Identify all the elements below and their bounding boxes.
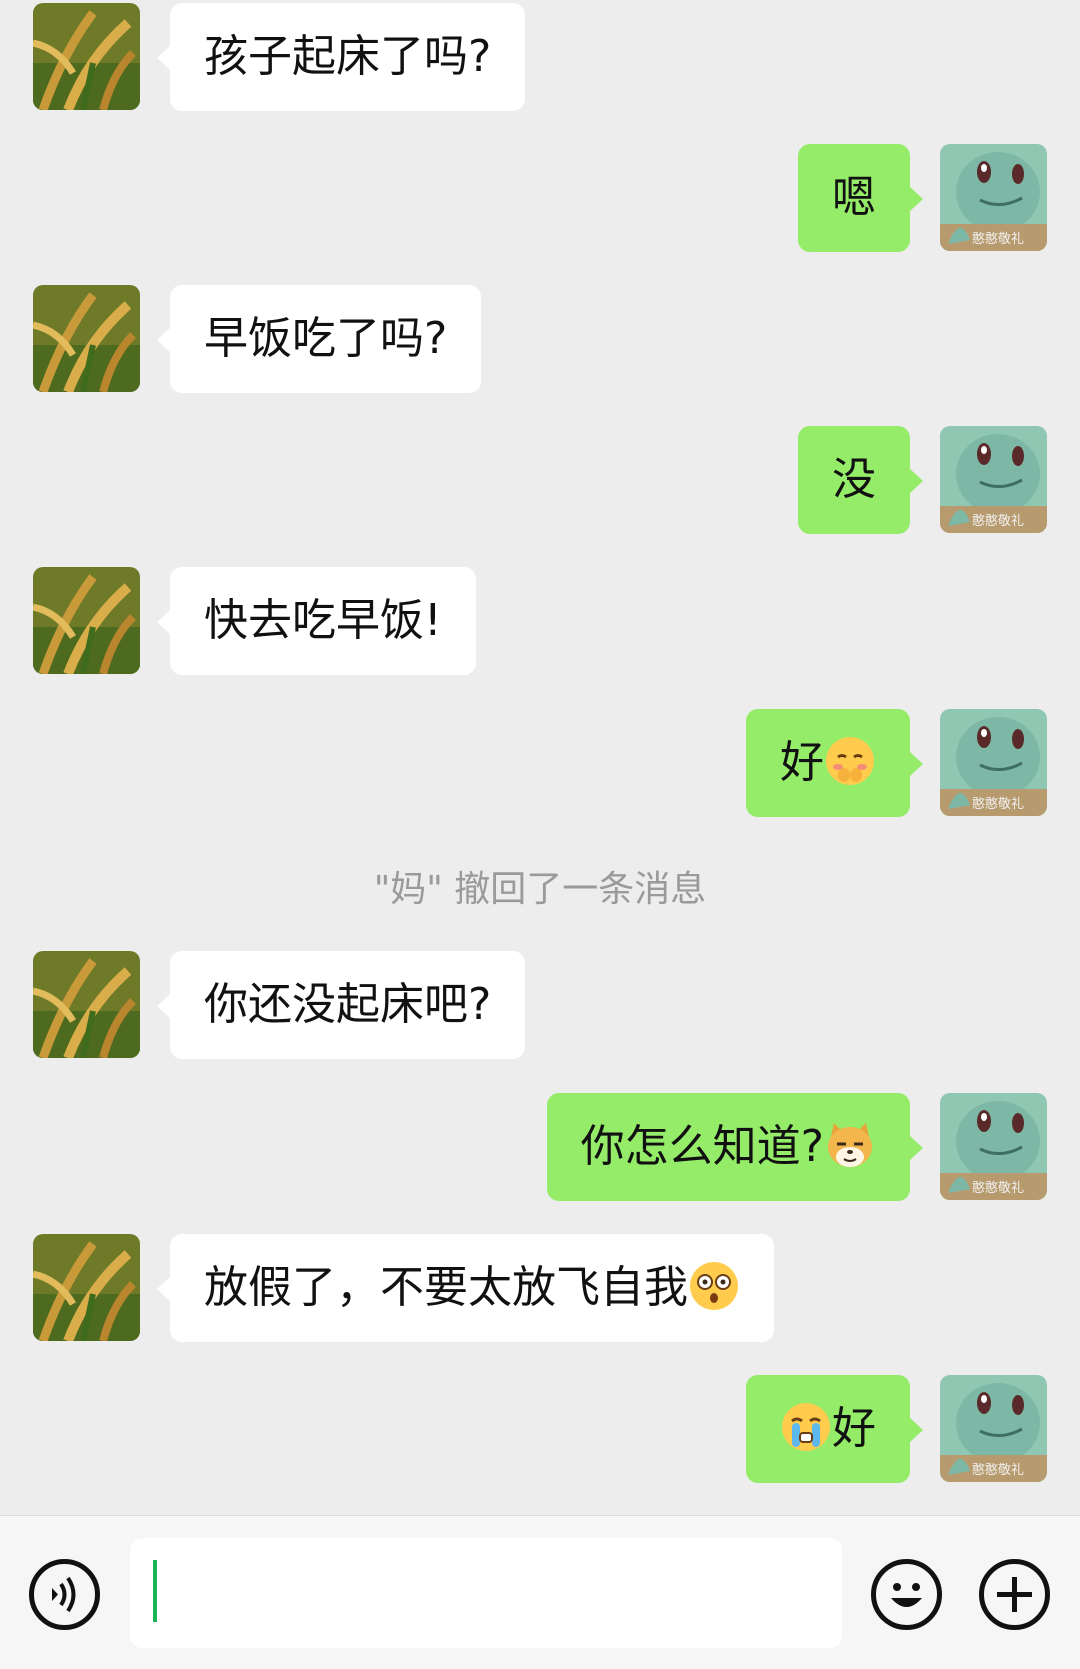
chat-area[interactable]: 孩子起床了吗? 嗯 憨憨敬礼 早饭吃了吗? 没 憨憨敬礼 快去吃早饭! 好 憨憨… xyxy=(0,0,1080,1515)
rice-plant-avatar[interactable] xyxy=(33,1234,140,1341)
message-text: 好 xyxy=(780,737,824,788)
text-caret xyxy=(153,1560,157,1622)
message-row-incoming: 孩子起床了吗? xyxy=(0,3,1080,111)
emoji-button[interactable] xyxy=(871,1559,942,1630)
squirtle-avatar[interactable]: 憨憨敬礼 xyxy=(940,1093,1047,1200)
outgoing-message-bubble[interactable]: 你怎么知道? xyxy=(546,1093,924,1201)
plus-button[interactable] xyxy=(979,1559,1050,1630)
voice-button[interactable] xyxy=(29,1559,100,1630)
message-text: 好 xyxy=(832,1403,876,1454)
recall-notice: "妈" 撤回了一条消息 xyxy=(373,869,707,910)
shocked-face-icon xyxy=(688,1260,740,1312)
message-text: 早饭吃了吗? xyxy=(204,313,448,364)
message-text: 放假了，不要太放飞自我 xyxy=(204,1262,688,1313)
message-row-incoming: 快去吃早饭! xyxy=(0,567,1080,675)
squirtle-avatar[interactable]: 憨憨敬礼 xyxy=(940,1375,1047,1482)
watermark-text: 憨憨敬礼 xyxy=(972,1180,1024,1196)
emoji-icon xyxy=(891,1583,922,1607)
rice-plant-avatar[interactable] xyxy=(33,567,140,674)
incoming-message-bubble[interactable]: 早饭吃了吗? xyxy=(156,285,482,393)
message-text: 没 xyxy=(832,454,876,505)
outgoing-message-bubble[interactable]: 没 xyxy=(798,426,923,534)
message-text: 孩子起床了吗? xyxy=(204,31,492,82)
message-row-outgoing: 好 憨憨敬礼 xyxy=(0,709,1080,817)
message-text: 快去吃早饭! xyxy=(204,595,442,646)
incoming-message-bubble[interactable]: 孩子起床了吗? xyxy=(156,3,526,111)
voice-icon xyxy=(52,1576,76,1613)
message-row-outgoing: 好 憨憨敬礼 xyxy=(0,1375,1080,1483)
message-input[interactable] xyxy=(130,1538,842,1648)
plus-icon xyxy=(997,1577,1032,1612)
outgoing-message-bubble[interactable]: 嗯 xyxy=(798,144,923,252)
crying-face-icon xyxy=(780,1401,832,1453)
message-text: 你怎么知道? xyxy=(580,1121,824,1172)
message-row-outgoing: 嗯 憨憨敬礼 xyxy=(0,144,1080,252)
squirtle-avatar[interactable]: 憨憨敬礼 xyxy=(940,426,1047,533)
incoming-message-bubble[interactable]: 你还没起床吧? xyxy=(156,951,526,1059)
message-row-incoming: 早饭吃了吗? xyxy=(0,285,1080,393)
squirtle-avatar[interactable]: 憨憨敬礼 xyxy=(940,709,1047,816)
watermark-text: 憨憨敬礼 xyxy=(972,1462,1024,1478)
watermark-text: 憨憨敬礼 xyxy=(972,231,1024,247)
shy-face-icon xyxy=(824,735,876,787)
message-row-incoming: 你还没起床吧? xyxy=(0,951,1080,1059)
rice-plant-avatar[interactable] xyxy=(33,285,140,392)
message-row-incoming: 放假了，不要太放飞自我 xyxy=(0,1234,1080,1342)
incoming-message-bubble[interactable]: 快去吃早饭! xyxy=(157,567,476,675)
outgoing-message-bubble[interactable]: 好 xyxy=(746,709,923,817)
message-text: 嗯 xyxy=(832,172,876,223)
input-bar xyxy=(0,1515,1080,1669)
doge-icon xyxy=(824,1119,876,1171)
rice-plant-avatar[interactable] xyxy=(33,951,140,1058)
incoming-message-bubble[interactable]: 放假了，不要太放飞自我 xyxy=(157,1234,774,1342)
squirtle-avatar[interactable]: 憨憨敬礼 xyxy=(940,144,1047,251)
message-text: 你还没起床吧? xyxy=(204,979,492,1030)
rice-plant-avatar[interactable] xyxy=(33,3,140,110)
message-row-outgoing: 你怎么知道? 憨憨敬礼 xyxy=(0,1093,1080,1201)
outgoing-message-bubble[interactable]: 好 xyxy=(746,1375,923,1483)
message-row-outgoing: 没 憨憨敬礼 xyxy=(0,426,1080,534)
watermark-text: 憨憨敬礼 xyxy=(972,796,1024,812)
watermark-text: 憨憨敬礼 xyxy=(972,513,1024,529)
